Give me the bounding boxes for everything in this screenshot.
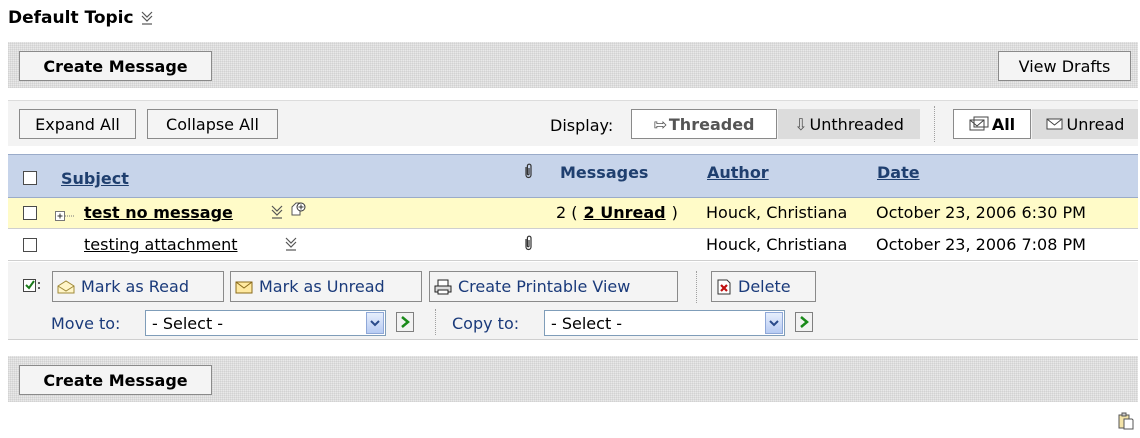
actions-divider <box>696 271 697 303</box>
display-label: Display: <box>550 116 614 135</box>
toolbar-divider <box>934 106 935 142</box>
expand-thread-icon[interactable] <box>55 207 75 226</box>
show-unread-button[interactable]: Unread <box>1032 109 1138 139</box>
unthreaded-label: Unthreaded <box>809 114 904 134</box>
envelope-open-icon <box>57 279 75 293</box>
threaded-view-button[interactable]: ⇰ Threaded <box>631 109 777 139</box>
all-label: All <box>991 114 1016 134</box>
envelope-icon <box>1046 118 1063 130</box>
copy-to-value: - Select - <box>551 313 623 333</box>
expand-all-button[interactable]: Expand All <box>19 109 136 139</box>
arrow-right-icon: ⇰ <box>653 114 667 134</box>
reply-icon[interactable] <box>290 201 306 221</box>
author-cell: Houck, Christiana <box>706 203 848 222</box>
select-all-toggle-icon[interactable] <box>23 278 43 297</box>
unread-count-link[interactable]: 2 Unread <box>584 203 666 222</box>
messages-count-cell: 2 ( 2 Unread ) <box>556 203 678 222</box>
author-column-header[interactable]: Author <box>707 163 769 182</box>
select-all-checkbox[interactable] <box>23 171 37 185</box>
copy-to-select[interactable]: - Select - <box>544 310 785 336</box>
view-drafts-button[interactable]: View Drafts <box>998 51 1131 81</box>
delete-icon <box>717 279 731 294</box>
chevron-down-icon <box>366 312 384 334</box>
date-cell: October 23, 2006 7:08 PM <box>876 235 1086 254</box>
attachment-column-icon <box>523 163 534 183</box>
message-menu-icon[interactable] <box>284 236 298 256</box>
move-go-button[interactable] <box>396 312 414 332</box>
author-cell: Houck, Christiana <box>706 235 848 254</box>
subject-column-header[interactable]: Subject <box>61 169 129 188</box>
copy-go-button[interactable] <box>795 312 813 332</box>
message-menu-icon[interactable] <box>270 204 284 224</box>
message-subject-link[interactable]: testing attachment <box>84 235 238 254</box>
row-checkbox[interactable] <box>23 238 37 252</box>
paste-icon[interactable] <box>1118 412 1134 434</box>
go-arrow-icon <box>800 316 809 328</box>
chevron-down-icon <box>765 312 783 334</box>
arrow-down-icon: ⇩ <box>794 114 808 134</box>
message-subject-link[interactable]: test no message <box>84 203 233 222</box>
mark-as-read-label: Mark as Read <box>81 277 189 296</box>
topic-menu-icon[interactable] <box>140 10 154 26</box>
date-column-header[interactable]: Date <box>877 163 920 182</box>
printer-icon <box>434 279 452 294</box>
create-message-button[interactable]: Create Message <box>19 365 212 395</box>
delete-button[interactable]: Delete <box>711 271 816 302</box>
attachment-icon <box>523 235 534 255</box>
mark-as-unread-label: Mark as Unread <box>259 277 385 296</box>
copy-to-label: Copy to: <box>452 314 520 333</box>
create-printable-view-button[interactable]: Create Printable View <box>429 271 678 302</box>
move-to-value: - Select - <box>152 313 224 333</box>
envelope-stack-icon <box>969 116 989 131</box>
create-message-button[interactable]: Create Message <box>19 51 212 81</box>
row-checkbox[interactable] <box>23 206 37 220</box>
messages-column-header: Messages <box>560 163 649 182</box>
go-arrow-icon <box>401 316 410 328</box>
move-copy-divider <box>435 309 436 335</box>
move-to-label: Move to: <box>51 314 121 333</box>
collapse-all-button[interactable]: Collapse All <box>147 109 278 139</box>
unthreaded-view-button[interactable]: ⇩ Unthreaded <box>778 109 920 139</box>
messages-count-close: ) <box>671 203 678 222</box>
date-cell: October 23, 2006 6:30 PM <box>876 203 1086 222</box>
printable-view-label: Create Printable View <box>458 277 631 296</box>
mark-as-unread-button[interactable]: Mark as Unread <box>230 271 422 302</box>
messages-count: 2 ( <box>556 203 578 222</box>
page-title: Default Topic <box>8 5 154 31</box>
unread-label: Unread <box>1066 114 1125 134</box>
threaded-label: Threaded <box>668 114 755 134</box>
move-to-select[interactable]: - Select - <box>145 310 386 336</box>
topic-title: Default Topic <box>8 8 134 28</box>
delete-label: Delete <box>738 277 791 296</box>
mark-as-read-button[interactable]: Mark as Read <box>52 271 224 302</box>
envelope-closed-icon <box>235 281 253 293</box>
show-all-button[interactable]: All <box>953 109 1031 139</box>
